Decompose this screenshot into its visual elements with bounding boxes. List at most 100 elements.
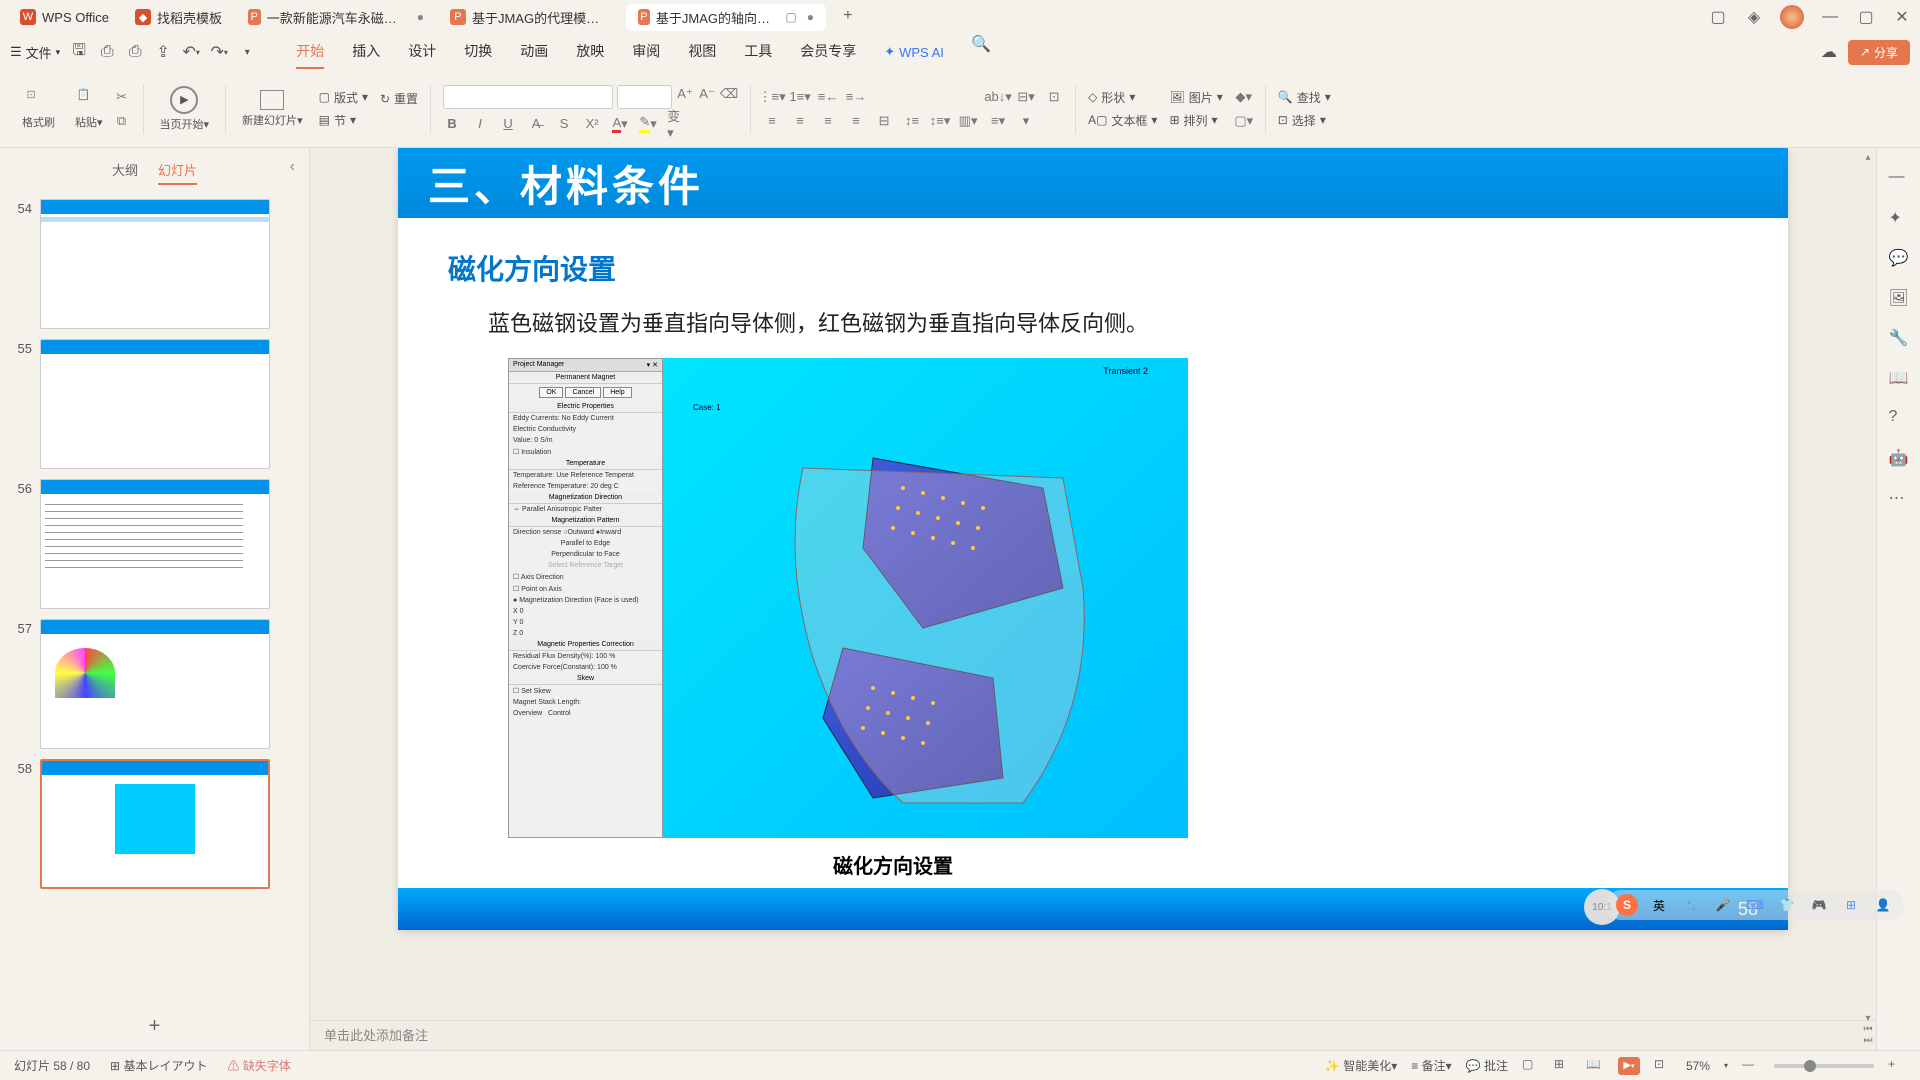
slideshow-button[interactable]: ▶▾ [1618, 1057, 1640, 1075]
slides-tab[interactable]: 幻灯片 [158, 156, 197, 185]
textbox-button[interactable]: A▢文本框▾ [1088, 112, 1157, 129]
ime-user-icon[interactable]: 👤 [1872, 894, 1894, 916]
next-slide-icon[interactable]: ⏭ [1864, 1035, 1873, 1046]
distribute-button[interactable]: ⊟ [875, 112, 893, 130]
align-right-button[interactable]: ≡ [819, 112, 837, 130]
cube-icon[interactable]: ◈ [1744, 7, 1764, 27]
zoom-slider[interactable] [1774, 1064, 1874, 1068]
select-button[interactable]: ⊡选择▾ [1278, 112, 1331, 129]
menu-tab-start[interactable]: 开始 [296, 35, 324, 69]
beauty-sidebar-icon[interactable]: 🖼 [1889, 288, 1909, 308]
style-button[interactable]: ◆▾ [1235, 88, 1253, 106]
ime-toolbar[interactable]: S 英 °, 🎤 ⌨ 👕 🎮 ⊞ 👤 [1606, 890, 1904, 920]
file-menu[interactable]: ☰ 文件 ▾ [10, 43, 60, 62]
ime-mic-icon[interactable]: 🎤 [1712, 894, 1734, 916]
text-direction-button[interactable]: ab↓▾ [989, 88, 1007, 106]
reading-view-icon[interactable]: 📖 [1586, 1057, 1604, 1075]
comments-toggle[interactable]: 💬 批注 [1466, 1057, 1508, 1074]
scroll-down-icon[interactable]: ▾ [1865, 1013, 1870, 1024]
slide-thumbnails[interactable]: 54 55 56 57 58 [0, 193, 309, 1003]
sogou-icon[interactable]: S [1616, 894, 1638, 916]
clear-format-icon[interactable]: ⌫ [720, 85, 738, 103]
close-icon[interactable]: ● [807, 10, 814, 24]
redo-icon[interactable]: ↷ ▾ [210, 43, 228, 61]
minimize-button[interactable]: — [1820, 7, 1840, 27]
ime-keyboard-icon[interactable]: ⌨ [1744, 894, 1766, 916]
tab-templates[interactable]: ◆ 找稻壳模板 [123, 4, 234, 31]
menu-tab-animation[interactable]: 动画 [520, 35, 548, 69]
wps-ai-button[interactable]: ✦ WPS AI [884, 35, 944, 69]
layout-status[interactable]: ⊞ 基本レイアウト [110, 1057, 207, 1074]
close-button[interactable]: ✕ [1892, 7, 1912, 27]
slide-thumb-55[interactable] [40, 339, 270, 469]
decrease-indent-button[interactable]: ≡← [819, 88, 837, 106]
slide-thumb-57[interactable] [40, 619, 270, 749]
chevron-down-icon[interactable]: ▾ [238, 43, 256, 61]
slide-thumb-54[interactable] [40, 199, 270, 329]
ime-game-icon[interactable]: 🎮 [1808, 894, 1830, 916]
slide-canvas[interactable]: 三、材料条件 磁化方向设置 蓝色磁钢设置为垂直指向导体侧，红色磁钢为垂直指向导体… [398, 148, 1788, 930]
line-spacing-button[interactable]: ↕≡ [903, 112, 921, 130]
paste-button[interactable]: 📋 粘贴▾ [71, 86, 107, 132]
underline-button[interactable]: U [499, 115, 517, 133]
font-color-button[interactable]: A▾ [611, 115, 629, 133]
increase-indent-button[interactable]: ≡→ [847, 88, 865, 106]
ime-clothes-icon[interactable]: 👕 [1776, 894, 1798, 916]
arrange-button[interactable]: ⊞排列▾ [1169, 112, 1222, 129]
scroll-up-icon[interactable]: ▴ [1865, 152, 1870, 163]
menu-tab-review[interactable]: 审阅 [632, 35, 660, 69]
superscript-button[interactable]: X² [583, 115, 601, 133]
export-icon[interactable]: ⇪ [154, 43, 172, 61]
tab-doc-1[interactable]: P 一款新能源汽车永磁电机的优化 ● [236, 4, 436, 31]
align-vertical-button[interactable]: ⊟▾ [1017, 88, 1035, 106]
font-family-select[interactable] [443, 85, 613, 109]
spacing-button[interactable]: ↕≡▾ [931, 112, 949, 130]
normal-view-icon[interactable]: ▢ [1522, 1057, 1540, 1075]
notes-toggle[interactable]: ≡ 备注▾ [1411, 1057, 1451, 1074]
line-height-button[interactable]: ⊡ [1045, 88, 1063, 106]
print-icon[interactable]: ⎙ [98, 43, 116, 61]
maximize-button[interactable]: ▢ [1856, 7, 1876, 27]
beautify-button[interactable]: ✨ 智能美化▾ [1325, 1057, 1397, 1074]
fit-icon[interactable]: ⊡ [1654, 1057, 1672, 1075]
menu-tab-member[interactable]: 会员专享 [800, 35, 856, 69]
collapse-panel-icon[interactable]: ‹ [290, 158, 295, 176]
new-slide-button[interactable]: 新建幻灯片▾ [238, 88, 307, 130]
section-button[interactable]: ▤节▾ [319, 112, 368, 129]
share-button[interactable]: ↗ 分享 [1848, 40, 1910, 65]
increase-font-icon[interactable]: A⁺ [676, 85, 694, 103]
cut-icon[interactable]: ✂ [113, 88, 131, 106]
align-justify-button[interactable]: ≡ [847, 112, 865, 130]
columns-button[interactable]: ▥▾ [959, 112, 977, 130]
numbering-button[interactable]: 1≡▾ [791, 88, 809, 106]
zoom-in-button[interactable]: + [1888, 1057, 1906, 1075]
fill-button[interactable]: ▢▾ [1235, 112, 1253, 130]
tab-wps-home[interactable]: W WPS Office [8, 4, 121, 31]
bullets-button[interactable]: ⋮≡▾ [763, 88, 781, 106]
more-sidebar-icon[interactable]: ⋯ [1889, 488, 1909, 508]
italic-button[interactable]: I [471, 115, 489, 133]
align-center-button[interactable]: ≡ [791, 112, 809, 130]
reset-button[interactable]: ↻重置 [380, 90, 418, 107]
chat-sidebar-icon[interactable]: 💬 [1889, 248, 1909, 268]
new-tab-button[interactable]: + [836, 4, 860, 28]
avatar[interactable] [1780, 5, 1804, 29]
ime-punct-icon[interactable]: °, [1680, 894, 1702, 916]
sorter-view-icon[interactable]: ⊞ [1554, 1057, 1572, 1075]
ime-lang[interactable]: 英 [1648, 894, 1670, 916]
undo-icon[interactable]: ↶ ▾ [182, 43, 200, 61]
font-effects-button[interactable]: 变▾ [667, 115, 685, 133]
para-spacing-button[interactable]: ≡▾ [989, 112, 1007, 130]
tools-sidebar-icon[interactable]: 🔧 [1889, 328, 1909, 348]
close-icon[interactable]: ● [417, 10, 424, 24]
zoom-level[interactable]: 57% [1686, 1059, 1710, 1073]
missing-font-status[interactable]: ⚠ 缺失字体 [227, 1057, 290, 1074]
save-icon[interactable]: 🖫 [70, 43, 88, 61]
start-page-button[interactable]: ▶ 当页开始▾ [156, 84, 214, 134]
bold-button[interactable]: B [443, 115, 461, 133]
help-sidebar-icon[interactable]: ? [1889, 408, 1909, 428]
notes-input[interactable]: 单击此处添加备注 [310, 1020, 1876, 1050]
align-left-button[interactable]: ≡ [763, 112, 781, 130]
more-button[interactable]: ▾ [1017, 112, 1035, 130]
add-slide-button[interactable]: + [0, 1003, 309, 1050]
